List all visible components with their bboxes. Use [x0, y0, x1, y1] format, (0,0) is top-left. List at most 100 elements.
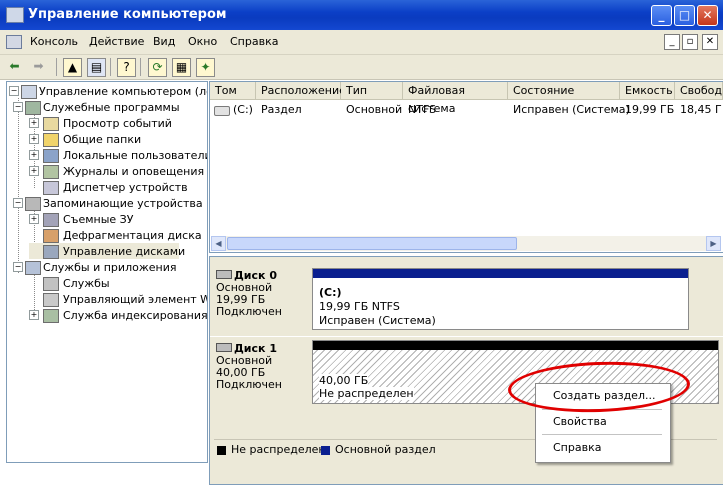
primary-partition-bar: [313, 269, 688, 278]
title-bar: Управление компьютером _ □ ✕: [0, 0, 723, 30]
toolbar: ⬅ ➡ ▲ ▤ ? ⟳ ▦ ✦: [0, 55, 723, 80]
up-folder-icon[interactable]: ▲: [63, 58, 82, 77]
column-header-capacity[interactable]: Емкость: [620, 82, 675, 100]
column-header-location[interactable]: Расположение: [256, 82, 346, 100]
forward-icon[interactable]: ➡: [30, 58, 47, 75]
column-header-volume[interactable]: Том: [210, 82, 256, 100]
partition-title: (C:): [319, 286, 342, 299]
tree-item-label: Журналы и оповещения пр: [63, 165, 208, 178]
primary-swatch: [321, 446, 330, 455]
toolbar-separator: [110, 58, 111, 76]
collapse-toggle[interactable]: −: [13, 198, 23, 208]
mdi-close-button[interactable]: ✕: [702, 34, 718, 50]
menu-help[interactable]: Справка: [230, 35, 278, 48]
tree-item-label: Съемные ЗУ: [63, 213, 134, 226]
column-header-free[interactable]: Свобод: [675, 82, 723, 100]
menu-separator: [542, 409, 662, 410]
tree-line: [18, 98, 19, 273]
tree-item-label: Управляющий элемент WM: [63, 293, 208, 306]
disk-status: Подключен: [216, 378, 282, 391]
refresh-icon[interactable]: ⟳: [148, 58, 167, 77]
storage-icon: [25, 197, 41, 211]
tree-item-label: Служебные программы: [43, 101, 180, 114]
column-header-filesystem[interactable]: Файловая система: [403, 82, 508, 115]
expand-toggle[interactable]: +: [29, 134, 39, 144]
disk-icon: [216, 270, 232, 279]
disk-0-label[interactable]: Диск 0 Основной 19,99 ГБ Подключен: [216, 270, 304, 318]
partition-info: 40,00 ГБ: [319, 374, 369, 387]
horizontal-scrollbar[interactable]: ◀ ▶: [211, 236, 721, 251]
tree-item-label: Управление дисками: [63, 245, 186, 258]
event-viewer-icon: [43, 117, 59, 131]
column-header-status[interactable]: Состояние: [508, 82, 620, 100]
expand-toggle[interactable]: +: [29, 214, 39, 224]
services-apps-icon: [25, 261, 41, 275]
disk-divider: [210, 336, 723, 337]
help-icon[interactable]: ✦: [196, 58, 215, 77]
free-cell: 18,45 Г: [680, 103, 722, 116]
mdi-restore-button[interactable]: ▫: [682, 34, 698, 50]
mdi-minimize-button[interactable]: _: [664, 34, 680, 50]
column-header-type[interactable]: Тип: [341, 82, 403, 100]
collapse-toggle[interactable]: −: [9, 86, 19, 96]
partition-state: Исправен (Система): [319, 314, 436, 327]
defrag-icon: [43, 229, 59, 243]
partition-c[interactable]: (C:) 19,99 ГБ NTFS Исправен (Система): [312, 268, 689, 330]
collapse-toggle[interactable]: −: [13, 102, 23, 112]
scroll-thumb[interactable]: [227, 237, 517, 250]
scroll-right-button[interactable]: ▶: [706, 236, 721, 251]
legend-primary: Основной раздел: [335, 443, 436, 456]
computer-management-icon: [6, 7, 24, 23]
expand-toggle[interactable]: +: [29, 150, 39, 160]
properties-item[interactable]: Свойства: [537, 412, 667, 432]
tree-item-label: Запоминающие устройства: [43, 197, 203, 210]
tree-item-disk-management[interactable]: Управление дисками: [29, 243, 185, 259]
menu-console[interactable]: Консоль: [30, 35, 78, 48]
volume-list: Том Расположение Тип Файловая система Со…: [209, 81, 723, 253]
tree-item-label: Диспетчер устройств: [63, 181, 188, 194]
create-partition-item[interactable]: Создать раздел...: [537, 386, 667, 406]
menu-view[interactable]: Вид: [153, 35, 175, 48]
folder-icon: [43, 133, 59, 147]
menu-window[interactable]: Окно: [188, 35, 217, 48]
services-icon: [43, 277, 59, 291]
scroll-left-button[interactable]: ◀: [211, 236, 226, 251]
users-icon: [43, 149, 59, 163]
location-cell: Раздел: [261, 103, 302, 116]
back-icon[interactable]: ⬅: [6, 58, 23, 75]
minimize-button[interactable]: _: [651, 5, 672, 26]
disk-1-label[interactable]: Диск 1 Основной 40,00 ГБ Подключен: [216, 343, 304, 391]
export-icon[interactable]: ▦: [172, 58, 191, 77]
volume-cell: (C:): [233, 103, 253, 116]
filesystem-cell: NTFS: [408, 103, 437, 116]
collapse-toggle[interactable]: −: [13, 262, 23, 272]
disk-management-icon: [43, 245, 59, 259]
type-cell: Основной: [346, 103, 403, 116]
tree-item-label: Управление компьютером (локаль: [39, 85, 207, 98]
device-manager-icon: [43, 181, 59, 195]
computer-icon: [21, 85, 37, 99]
status-cell: Исправен (Система): [513, 103, 630, 116]
partition-info: 19,99 ГБ NTFS: [319, 300, 400, 313]
expand-toggle[interactable]: +: [29, 166, 39, 176]
expand-toggle[interactable]: +: [29, 310, 39, 320]
disk-status: Подключен: [216, 305, 282, 318]
capacity-cell: 19,99 ГБ: [625, 103, 675, 116]
close-button[interactable]: ✕: [697, 5, 718, 26]
tree-item-label: Служба индексирования: [63, 309, 208, 322]
menu-action[interactable]: Действие: [89, 35, 144, 48]
legend-unallocated: Не распределен: [231, 443, 326, 456]
show-tree-icon[interactable]: ▤: [87, 58, 106, 77]
partition-state: Не распределен: [319, 387, 414, 400]
help-item[interactable]: Справка: [537, 438, 667, 458]
console-icon[interactable]: [6, 35, 22, 49]
maximize-button[interactable]: □: [674, 5, 695, 26]
properties-icon[interactable]: ?: [117, 58, 136, 77]
expand-toggle[interactable]: +: [29, 118, 39, 128]
tree-item-label: Службы: [63, 277, 110, 290]
indexing-icon: [43, 309, 59, 323]
unallocated-bar: [313, 341, 718, 350]
tree-item-label: Службы и приложения: [43, 261, 177, 274]
tree-item-label: Дефрагментация диска: [63, 229, 202, 242]
removable-storage-icon: [43, 213, 59, 227]
